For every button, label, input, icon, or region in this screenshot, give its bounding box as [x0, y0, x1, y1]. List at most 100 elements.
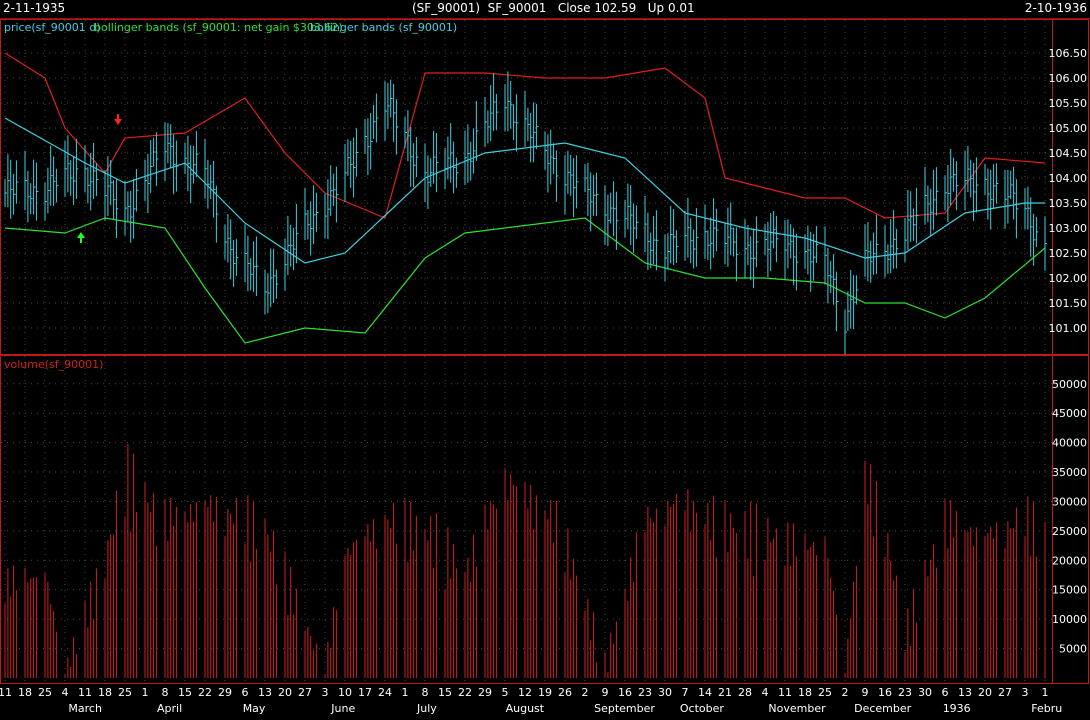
legend-bb-gain: bollinger bands (sf_90001: net gain $303… [94, 21, 343, 34]
day-tick-label: 2 [582, 686, 589, 699]
legend-bb: bollinger bands (sf_90001) [310, 21, 457, 34]
price-tick-label: 102.50 [1049, 247, 1088, 260]
price-legend: price(sf_90001 d) bollinger bands (sf_90… [4, 21, 457, 34]
day-tick-label: 25 [818, 686, 832, 699]
y-axis-labels: 101.00 101.50 102.00 102.50 103.00 103.50 104.… [1049, 47, 1088, 656]
day-tick-label: 3 [1022, 686, 1029, 699]
day-tick-label: 3 [322, 686, 329, 699]
day-tick-label: 14 [698, 686, 712, 699]
price-tick-label: 106.50 [1049, 47, 1088, 60]
day-tick-label: 20 [278, 686, 292, 699]
sell-arrow-icon [114, 114, 122, 125]
day-tick-label: 9 [862, 686, 869, 699]
price-tick-label: 104.00 [1049, 172, 1088, 185]
legend-price: price(sf_90001 d) [4, 21, 101, 34]
day-tick-label: 8 [422, 686, 429, 699]
day-tick-label: 21 [718, 686, 732, 699]
volume-tick-label: 40000 [1052, 437, 1087, 450]
day-tick-label: 9 [602, 686, 609, 699]
month-label: August [506, 702, 545, 715]
month-label: October [680, 702, 724, 715]
day-tick-label: 1 [1042, 686, 1049, 699]
volume-tick-label: 30000 [1052, 496, 1087, 509]
day-tick-label: 17 [358, 686, 372, 699]
price-tick-label: 103.50 [1049, 197, 1088, 210]
month-label: Febru [1031, 702, 1062, 715]
month-label: December [854, 702, 912, 715]
price-tick-label: 105.00 [1049, 122, 1088, 135]
day-tick-label: 6 [242, 686, 249, 699]
day-tick-label: 16 [878, 686, 892, 699]
legend-volume: volume(sf_90001) [4, 358, 103, 371]
price-tick-label: 106.00 [1049, 72, 1088, 85]
day-tick-label: 25 [38, 686, 52, 699]
day-tick-label: 2 [842, 686, 849, 699]
day-tick-label: 7 [682, 686, 689, 699]
price-tick-label: 103.00 [1049, 222, 1088, 235]
day-tick-label: 29 [218, 686, 232, 699]
month-label: May [243, 702, 266, 715]
day-tick-label: 18 [98, 686, 112, 699]
day-tick-label: 28 [738, 686, 752, 699]
buy-arrow-icon [77, 232, 85, 243]
day-tick-label: 4 [762, 686, 769, 699]
day-tick-label: 18 [18, 686, 32, 699]
price-tick-label: 105.50 [1049, 97, 1088, 110]
volume-tick-label: 20000 [1052, 554, 1087, 567]
month-label: July [416, 702, 437, 715]
volume-tick-label: 10000 [1052, 613, 1087, 626]
volume-tick-label: 50000 [1052, 378, 1087, 391]
day-tick-label: 15 [178, 686, 192, 699]
day-tick-label: 13 [258, 686, 272, 699]
month-label: June [330, 702, 355, 715]
price-tick-label: 101.50 [1049, 297, 1088, 310]
volume-tick-label: 15000 [1052, 584, 1087, 597]
volume-bars [4, 444, 1046, 678]
day-tick-label: 4 [62, 686, 69, 699]
day-tick-label: 22 [458, 686, 472, 699]
volume-tick-label: 25000 [1052, 525, 1087, 538]
day-tick-label: 6 [942, 686, 949, 699]
volume-tick-label: 5000 [1059, 643, 1087, 656]
day-tick-label: 27 [998, 686, 1012, 699]
day-tick-label: 24 [378, 686, 392, 699]
day-tick-label: 11 [0, 686, 12, 699]
day-tick-label: 30 [658, 686, 672, 699]
day-tick-label: 10 [338, 686, 352, 699]
month-label: November [768, 702, 826, 715]
day-tick-label: 19 [538, 686, 552, 699]
day-tick-label: 20 [978, 686, 992, 699]
price-tick-label: 102.00 [1049, 272, 1088, 285]
x-axis-labels: 11 18 25 4 11 18 25 1 8 15 22 29 6 13 20 27 3 10 17 24 1 8 15 2… [0, 686, 1062, 715]
day-tick-label: 23 [898, 686, 912, 699]
volume-tick-label: 35000 [1052, 466, 1087, 479]
price-bars [4, 71, 1047, 355]
volume-tick-label: 45000 [1052, 407, 1087, 420]
day-tick-label: 18 [798, 686, 812, 699]
day-tick-label: 13 [958, 686, 972, 699]
day-tick-label: 15 [438, 686, 452, 699]
day-tick-label: 16 [618, 686, 632, 699]
day-tick-label: 11 [78, 686, 92, 699]
day-tick-label: 8 [162, 686, 169, 699]
day-tick-label: 26 [558, 686, 572, 699]
day-tick-label: 12 [518, 686, 532, 699]
month-label: March [68, 702, 102, 715]
day-tick-label: 22 [198, 686, 212, 699]
day-tick-label: 30 [918, 686, 932, 699]
day-tick-label: 23 [638, 686, 652, 699]
price-tick-label: 101.00 [1049, 322, 1088, 335]
month-label: 1936 [943, 702, 971, 715]
day-tick-label: 5 [502, 686, 509, 699]
day-tick-label: 11 [778, 686, 792, 699]
chart-area: 101.00 101.50 102.00 102.50 103.00 103.50 104.… [0, 19, 1089, 715]
day-tick-label: 29 [478, 686, 492, 699]
day-tick-label: 1 [142, 686, 149, 699]
day-tick-label: 25 [118, 686, 132, 699]
month-label: September [594, 702, 655, 715]
day-tick-label: 1 [402, 686, 409, 699]
month-label: April [157, 702, 182, 715]
day-tick-label: 27 [298, 686, 312, 699]
grid [1, 20, 1052, 683]
price-tick-label: 104.50 [1049, 147, 1088, 160]
